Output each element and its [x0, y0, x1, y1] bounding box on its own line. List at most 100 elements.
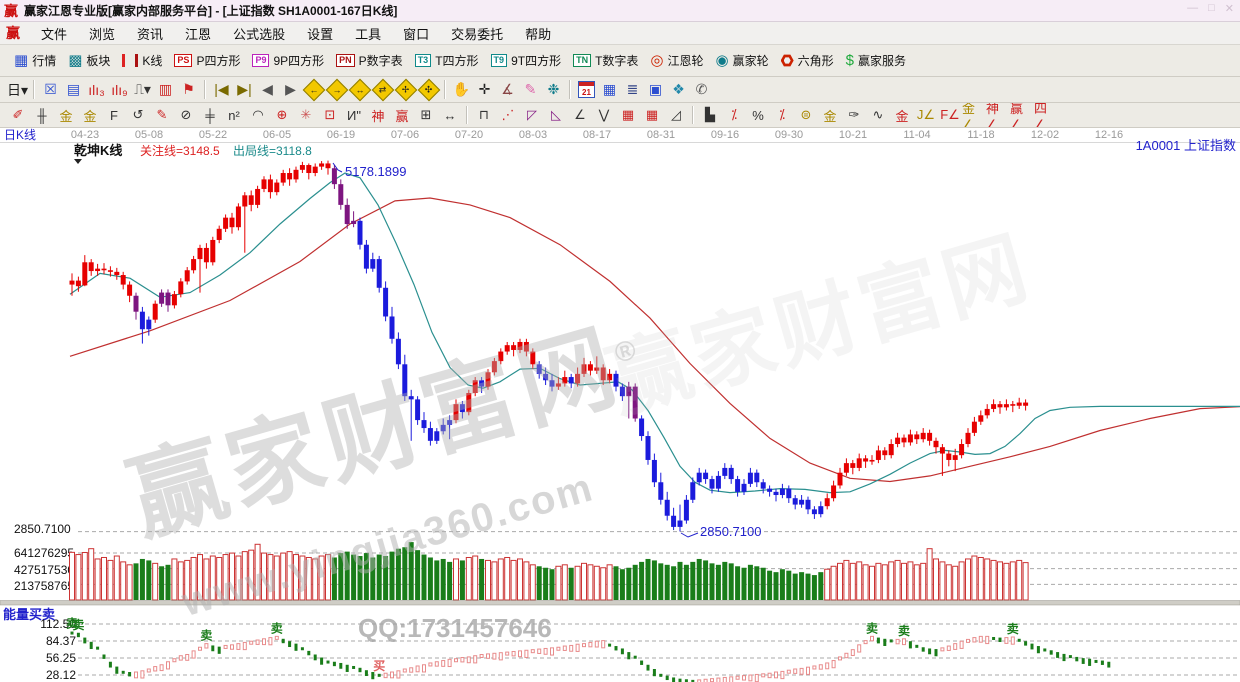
n-square-button[interactable]: n² [222, 106, 246, 125]
menu-item-7[interactable]: 窗口 [392, 27, 440, 42]
four-angle-button[interactable]: 四∠ [1034, 103, 1058, 127]
quotes-button[interactable]: ▦ 行情 [8, 45, 62, 76]
pattern-window-button[interactable]: ☒ [39, 79, 62, 100]
info-panel-button[interactable]: ▤ [62, 79, 85, 100]
close-button[interactable]: ✕ [1225, 2, 1234, 15]
gann-target-button[interactable]: ⊕ [270, 106, 294, 125]
pink-draw-button[interactable]: ✎ [519, 79, 542, 100]
crosshair-button[interactable]: ✛ [473, 79, 496, 100]
hexagon-button[interactable]: 六角形 [775, 45, 840, 76]
shen-angle-button[interactable]: 神∠ [986, 103, 1010, 127]
wave-check-button[interactable]: ⋁ [592, 106, 616, 125]
slash-lines-button[interactable]: ◿ [664, 106, 688, 125]
t-square-button[interactable]: T3 T四方形 [409, 45, 485, 76]
last-page-button[interactable]: ▶| [233, 79, 256, 100]
three-bars-button[interactable]: ılı₃ [85, 79, 108, 100]
f-angle-button[interactable]: F∠ [938, 106, 962, 125]
menu-item-3[interactable]: 江恩 [174, 27, 222, 42]
overlay-name-label[interactable]: 乾坤K线 [74, 143, 122, 158]
grid-lines-button[interactable]: ╪ [198, 106, 222, 125]
9p-square-button[interactable]: P9 9P四方形 [246, 45, 330, 76]
expand-button[interactable]: ⇄ [371, 78, 394, 101]
shift-left-button[interactable]: ← [302, 78, 325, 101]
menu-item-5[interactable]: 设置 [296, 27, 344, 42]
shen-grid-button[interactable]: 神 [366, 106, 390, 125]
win-angle-button[interactable]: 赢∠ [1010, 103, 1034, 127]
neural-button[interactable]: ❉ [542, 79, 565, 100]
zoom-out-button[interactable]: ✣ [417, 78, 440, 101]
multi-kline-button[interactable]: ▥ [154, 79, 177, 100]
gann-wheel-button[interactable]: ◎ 江恩轮 [644, 45, 709, 76]
gann-grid-button[interactable]: ╫ [30, 106, 54, 125]
hand-tool-button[interactable]: ✋ [450, 79, 473, 100]
gold-grid-button[interactable]: 金 [54, 106, 78, 125]
nine-bars-button[interactable]: ılı₉ [108, 79, 131, 100]
menu-item-1[interactable]: 浏览 [78, 27, 126, 42]
gold-red-button[interactable]: 金 [890, 106, 914, 125]
sectors-button[interactable]: ▩ 板块 [62, 45, 116, 76]
save-button[interactable]: ▣ [644, 79, 667, 100]
menu-item-6[interactable]: 工具 [344, 27, 392, 42]
angle-line-button[interactable]: ∠ [568, 106, 592, 125]
calendar-button[interactable]: 21 [575, 79, 598, 100]
percent-box-button[interactable]: ⁒ [722, 106, 746, 125]
menu-item-4[interactable]: 公式选股 [222, 27, 296, 42]
price-ladder-button[interactable]: ▙ [698, 106, 722, 125]
shift-right-button[interactable]: → [325, 78, 348, 101]
minimize-button[interactable]: — [1187, 2, 1198, 15]
first-page-button[interactable]: |◀ [210, 79, 233, 100]
p-square-button[interactable]: PS P四方形 [168, 45, 246, 76]
t-table-button[interactable]: TN T数字表 [567, 45, 644, 76]
percent-line-button[interactable]: ⁒ [770, 106, 794, 125]
menu-item-2[interactable]: 资讯 [126, 27, 174, 42]
candle-style-dropdown[interactable]: ⎍▾ [131, 79, 154, 100]
win-grid-button[interactable]: 赢 [390, 106, 414, 125]
9t-square-button[interactable]: T9 9T四方形 [485, 45, 568, 76]
p-table-button[interactable]: PN P数字表 [330, 45, 409, 76]
brush-button[interactable]: ✎ [150, 106, 174, 125]
pane-splitter[interactable] [0, 600, 1240, 606]
red-grid2-button[interactable]: ▦ [640, 106, 664, 125]
ruler-123-button[interactable]: ⊞ [414, 106, 438, 125]
zoom-in-button[interactable]: ✢ [394, 78, 417, 101]
web-export-button[interactable]: ❖ [667, 79, 690, 100]
winner-wheel-button[interactable]: ◉ 赢家轮 [710, 45, 775, 76]
ink-pen-button[interactable]: ✑ [842, 106, 866, 125]
maximize-button[interactable]: □ [1208, 2, 1215, 15]
spiral-button[interactable]: ↺ [126, 106, 150, 125]
menu-item-0[interactable]: 文件 [30, 27, 78, 42]
calculator-button[interactable]: ▦ [598, 79, 621, 100]
gold-grid2-button[interactable]: 金 [78, 106, 102, 125]
gold-circle-button[interactable]: ⊜ [794, 106, 818, 125]
wave-a-button[interactable]: ∿ [866, 106, 890, 125]
compress-button[interactable]: ↔ [348, 78, 371, 101]
j-angle-button[interactable]: J∠ [914, 106, 938, 125]
period-label[interactable]: 日K线 [4, 128, 36, 142]
prev-bar-button[interactable]: ◀ [256, 79, 279, 100]
arc-button[interactable]: ◠ [246, 106, 270, 125]
fan-box-button[interactable]: ◸ [520, 106, 544, 125]
gold-line-button[interactable]: 金 [818, 106, 842, 125]
fan-lines-button[interactable]: ⋰ [496, 106, 520, 125]
notes-button[interactable]: ≣ [621, 79, 644, 100]
span-arrows-button[interactable]: ↔ [438, 106, 462, 125]
dots-target-button[interactable]: ✳ [294, 106, 318, 125]
menu-item-8[interactable]: 交易委托 [440, 27, 514, 42]
percent-button[interactable]: % [746, 106, 770, 125]
box-tool-button[interactable]: ⊓ [472, 106, 496, 125]
circle-sections-button[interactable]: ⊘ [174, 106, 198, 125]
box-target-button[interactable]: ⊡ [318, 106, 342, 125]
kline-button[interactable]: K线 [116, 45, 168, 76]
winner-service-button[interactable]: $ 赢家服务 [840, 45, 912, 76]
red-grid-button[interactable]: ▦ [616, 106, 640, 125]
indicator-flag-button[interactable]: ⚑ [177, 79, 200, 100]
angle-measure-button[interactable]: ∡ [496, 79, 519, 100]
fan-box2-button[interactable]: ◺ [544, 106, 568, 125]
menu-item-9[interactable]: 帮助 [514, 27, 562, 42]
chart-area[interactable]: 赢家财富网® 赢家财富网 www.yingjia360.com QQ:17314… [0, 128, 1240, 682]
n-wave-button[interactable]: И" [342, 106, 366, 125]
gold-angle-button[interactable]: 金∠ [962, 103, 986, 127]
overlay-dropdown-icon[interactable] [74, 159, 82, 164]
period-dropdown[interactable]: 日▾ [6, 79, 29, 100]
f-grid-button[interactable]: F [102, 106, 126, 125]
